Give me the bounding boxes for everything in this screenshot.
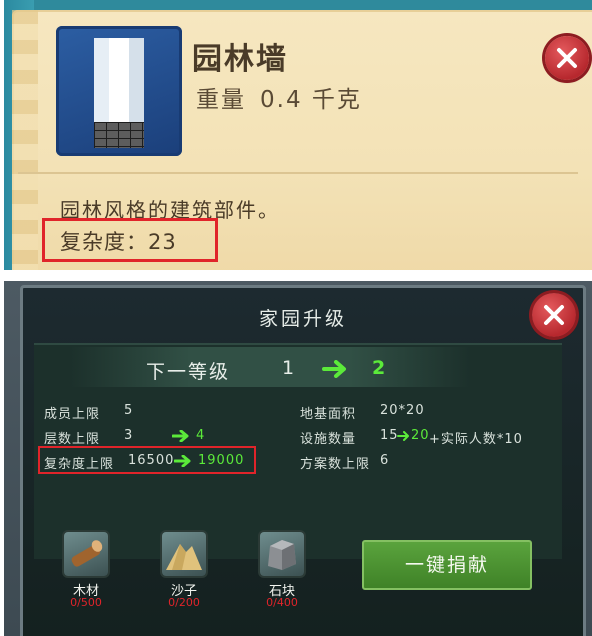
facility-count-next: 20 [411,428,430,443]
item-weight: 重量 0.4 千克 [196,80,362,114]
arrow-right-icon [172,430,189,442]
plan-limit-value: 6 [380,453,390,468]
floor-limit-label: 层数上限 [44,432,101,447]
donate-all-button[interactable]: 一键捐献 [362,540,532,590]
item-name: 园林墙 [192,42,288,77]
foundation-area-value: 20*20 [380,403,425,418]
arrow-right-icon [397,431,409,441]
next-level: 2 [372,357,386,379]
plan-limit-label: 方案数上限 [300,457,371,472]
wood-log-graphic [71,540,103,567]
stone-block-icon[interactable] [260,532,304,576]
close-icon [544,305,564,325]
resource-count: 0/200 [168,596,200,609]
facility-count-current: 15 [380,428,399,443]
floor-limit-next: 4 [196,428,206,443]
facility-count-label: 设施数量 [300,432,357,447]
dialog-close-button[interactable] [532,293,576,337]
sand-pile-icon[interactable] [162,532,206,576]
member-limit-value: 5 [124,403,134,418]
foundation-area-label: 地基面积 [300,407,357,422]
brick-base-image [94,122,144,148]
stone-block-graphic [268,540,296,570]
wood-log-icon[interactable] [64,532,108,576]
garden-wall-thumbnail [56,26,182,156]
arrow-right-icon [322,360,346,378]
sand-pile-graphic [166,544,202,570]
weight-label: 重量 [196,87,246,113]
weight-value: 0.4 千克 [260,87,362,113]
member-limit-label: 成员上限 [44,407,101,422]
item-card-panel: 园林墙 重量 0.4 千克 园林风格的建筑部件。 复杂度：23 [4,0,592,270]
wall-panel-image [94,38,144,123]
next-level-label: 下一等级 [146,361,231,383]
divider [18,172,578,174]
level-row [70,347,470,387]
resource-count: 0/400 [266,596,298,609]
resource-count: 0/500 [70,596,102,609]
current-level: 1 [282,357,295,379]
complexity-limit-highlight-box [38,446,256,474]
complexity-highlight-box [42,218,218,262]
close-button[interactable] [545,36,589,80]
facility-count-suffix: +实际人数*10 [429,432,523,447]
dialog-title: 家园升级 [258,308,347,330]
close-icon [557,48,577,68]
floor-limit-current: 3 [124,428,134,443]
